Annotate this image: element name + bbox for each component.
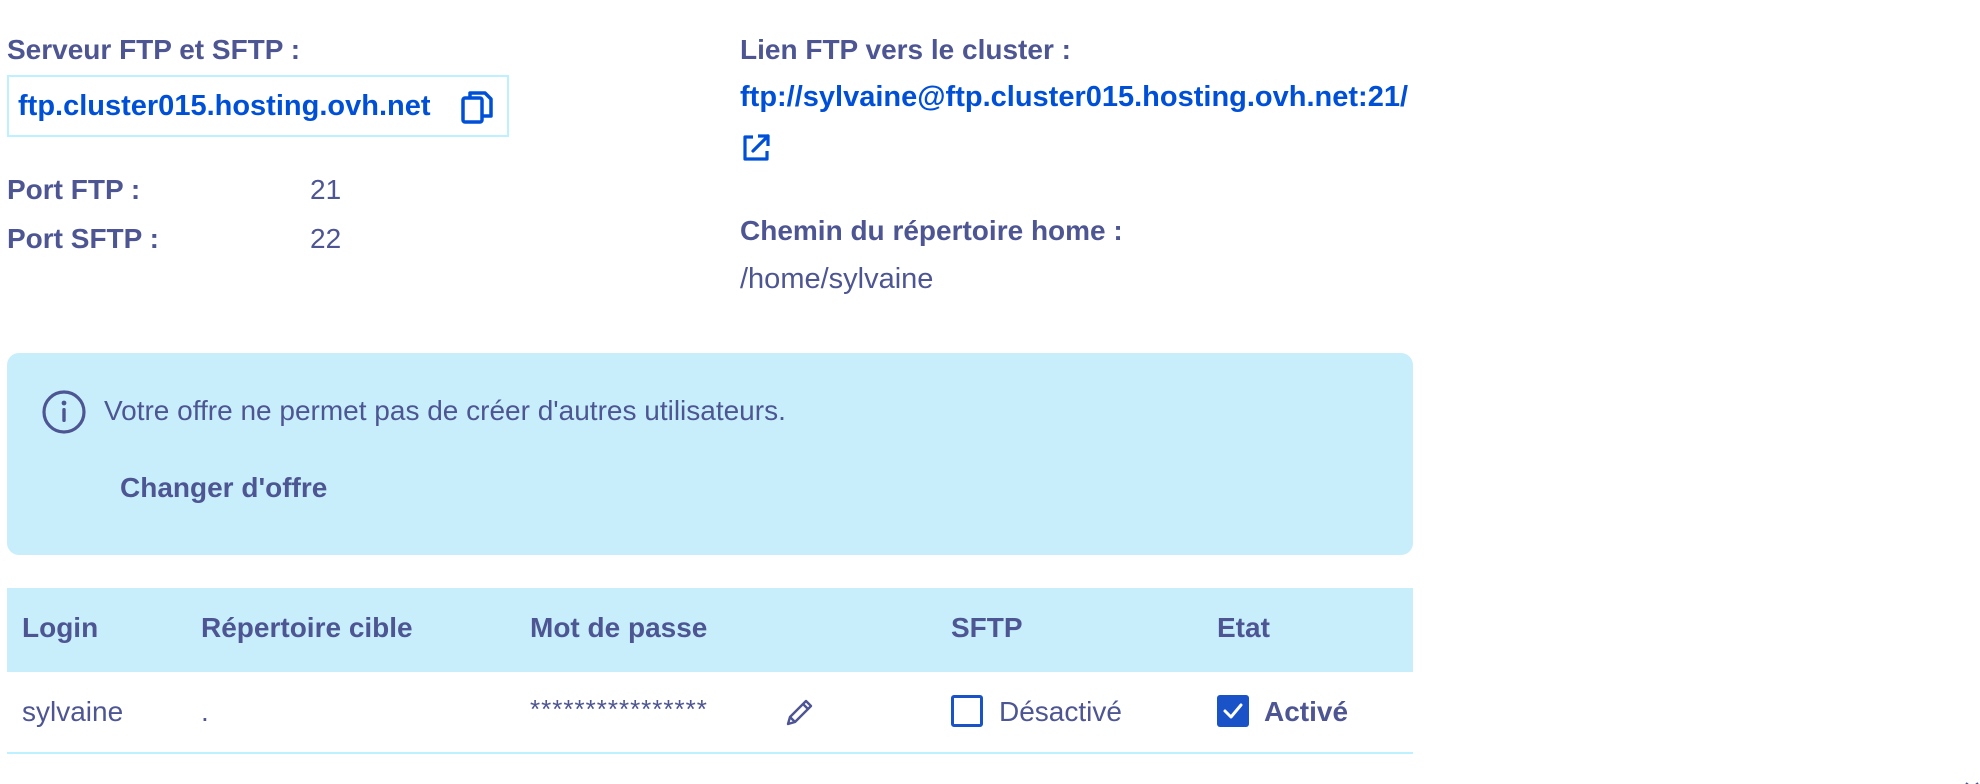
banner-message: Votre offre ne permet pas de créer d'aut… xyxy=(104,395,786,426)
pencil-icon[interactable] xyxy=(782,694,818,730)
cell-login: sylvaine xyxy=(22,696,124,727)
sftp-status-label: Désactivé xyxy=(999,696,1122,727)
port-ftp-row: Port FTP : 21 xyxy=(7,174,341,206)
server-label: Serveur FTP et SFTP : xyxy=(7,34,301,65)
etat-checkbox[interactable] xyxy=(1217,695,1249,727)
ftp-sftp-page: Serveur FTP et SFTP : ftp.cluster015.hos… xyxy=(0,0,1980,784)
column-header-password[interactable]: Mot de passe xyxy=(530,612,707,644)
port-ftp-value: 21 xyxy=(310,174,342,205)
column-header-sftp[interactable]: SFTP xyxy=(951,612,1023,644)
info-banner: Votre offre ne permet pas de créer d'aut… xyxy=(7,353,1413,555)
column-header-directory[interactable]: Répertoire cible xyxy=(201,612,413,644)
home-dir-value: /home/sylvaine xyxy=(740,263,934,295)
home-dir-label: Chemin du répertoire home : xyxy=(740,215,1123,246)
port-sftp-value: 22 xyxy=(310,223,342,254)
column-header-login[interactable]: Login xyxy=(22,612,98,644)
sftp-checkbox[interactable] xyxy=(951,695,983,727)
port-sftp-label: Port SFTP : xyxy=(7,223,159,254)
copy-icon[interactable] xyxy=(459,89,495,127)
change-offer-button[interactable]: Changer d'offre xyxy=(120,472,327,504)
port-sftp-row: Port SFTP : 22 xyxy=(7,223,341,255)
port-ftp-label: Port FTP : xyxy=(7,174,141,205)
cluster-ftp-link[interactable]: ftp://sylvaine@ftp.cluster015.hosting.ov… xyxy=(740,81,1408,114)
server-address[interactable]: ftp.cluster015.hosting.ovh.net xyxy=(18,90,431,123)
server-address-box[interactable]: ftp.cluster015.hosting.ovh.net xyxy=(7,75,509,137)
external-link-icon[interactable] xyxy=(740,132,772,164)
cell-password: **************** xyxy=(530,694,708,724)
column-header-etat[interactable]: Etat xyxy=(1217,612,1270,644)
cluster-link-label: Lien FTP vers le cluster : xyxy=(740,34,1071,65)
cell-directory: . xyxy=(201,696,209,727)
ftp-users-table: Login Répertoire cible Mot de passe SFTP… xyxy=(7,588,1413,754)
etat-status-label: Activé xyxy=(1264,696,1349,727)
checkmark-icon xyxy=(1223,703,1243,719)
info-icon xyxy=(41,389,87,435)
table-row: sylvaine . **************** Désactivé Ac… xyxy=(7,672,1413,754)
chevron-down-icon[interactable] xyxy=(1964,776,1980,784)
table-header: Login Répertoire cible Mot de passe SFTP… xyxy=(7,588,1413,672)
